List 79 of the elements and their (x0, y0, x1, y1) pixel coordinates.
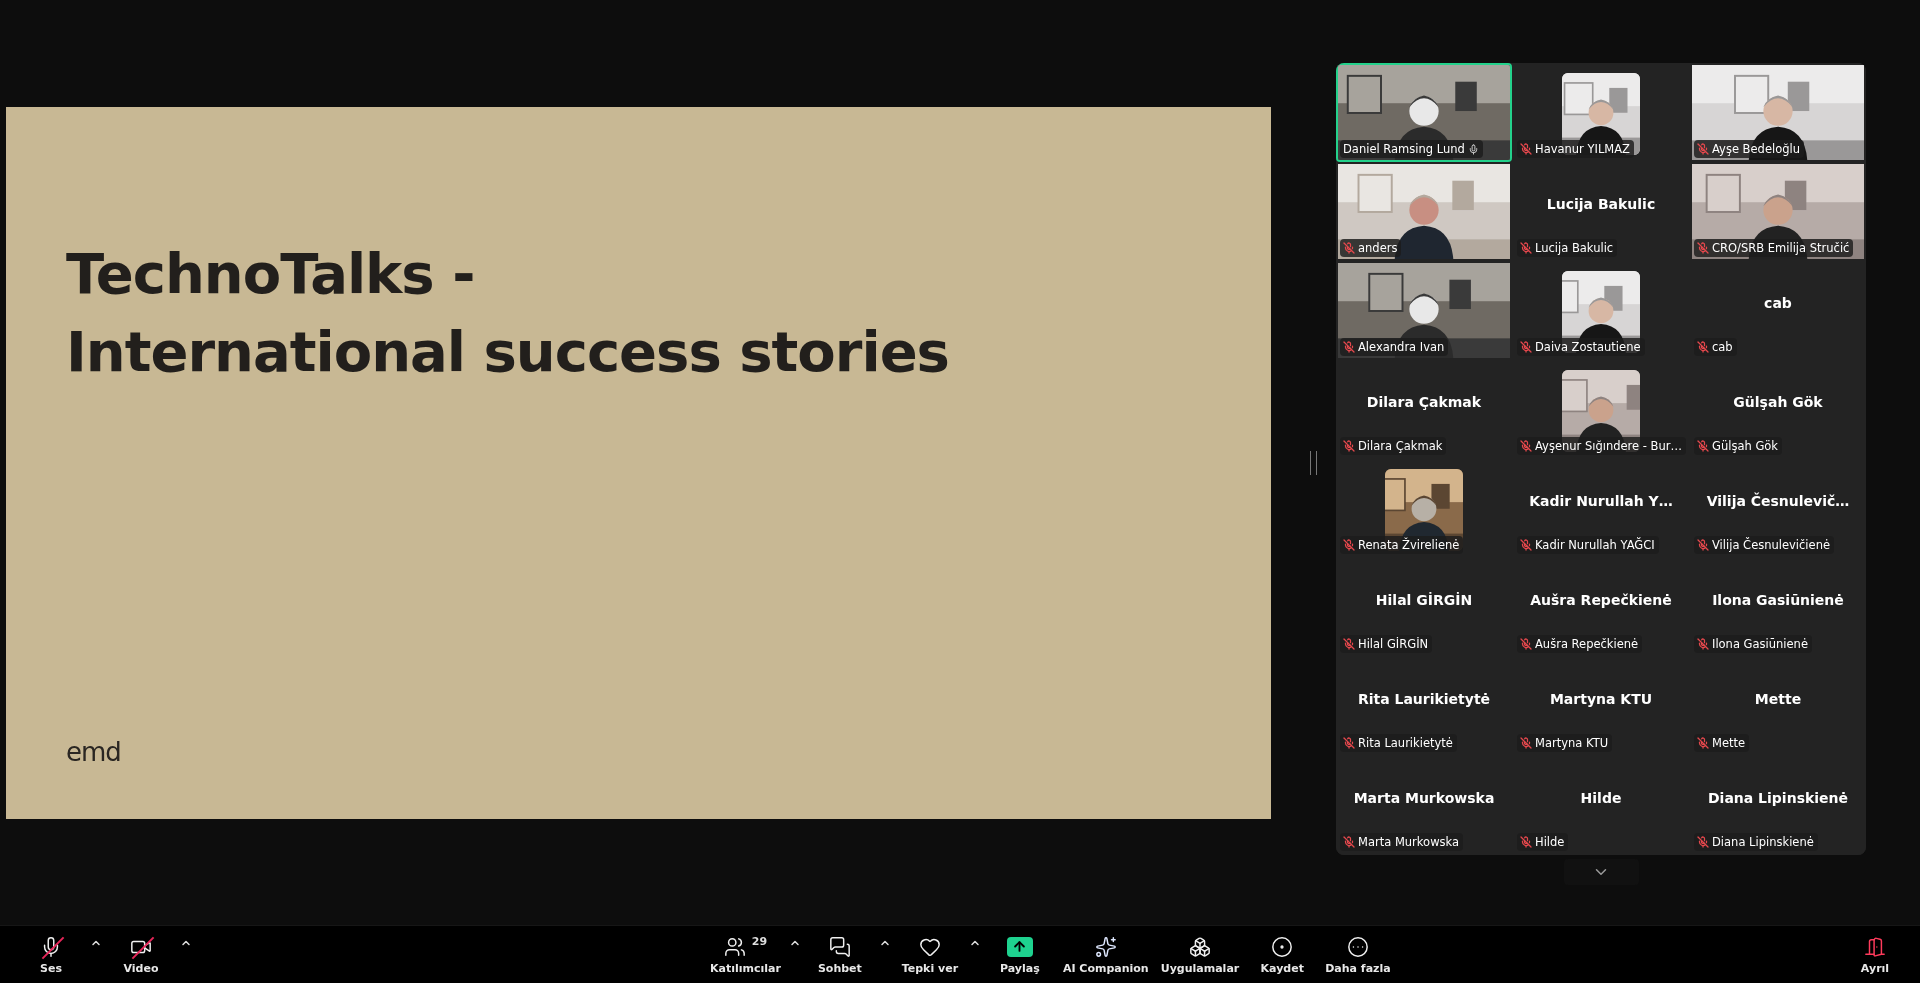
microphone-icon (1467, 143, 1479, 155)
display-name: Gülşah Gök (1732, 394, 1824, 410)
display-name: Aušra Repečkienė (1529, 592, 1673, 608)
muted-mic-icon (1343, 539, 1355, 551)
display-name: Ilona Gasiūnienė (1711, 592, 1845, 608)
display-name: Lucija Bakulic (1545, 196, 1657, 212)
muted-mic-icon (1697, 242, 1709, 254)
participant-name: Daiva Zostautiene (1535, 339, 1641, 355)
display-name: Rita Laurikietytė (1356, 691, 1492, 707)
muted-mic-icon (1697, 143, 1709, 155)
toolbar-button[interactable]: Paylaş (982, 930, 1057, 979)
participant-name: Ayşenur Sığındere - Bur… (1535, 438, 1682, 454)
slide-title: TechnoTalks - (66, 239, 475, 308)
participant-name: CRO/SRB Emilija Stručić (1712, 240, 1850, 256)
muted-mic-icon (1697, 341, 1709, 353)
participant-name: Marta Murkowska (1358, 834, 1460, 850)
muted-mic-icon (1343, 440, 1355, 452)
slide-logo: emd (66, 736, 121, 767)
display-name: Martyna KTU (1548, 691, 1654, 707)
display-name: Marta Murkowska (1352, 790, 1496, 806)
muted-mic-icon (1697, 836, 1709, 848)
participant-name: Dilara Çakmak (1358, 438, 1443, 454)
display-name: Mette (1753, 691, 1803, 707)
participant-name: Daniel Ramsing Lund (1343, 141, 1465, 157)
participant-name: Martyna KTU (1535, 735, 1609, 751)
muted-mic-icon (1343, 737, 1355, 749)
participant-name: Rita Laurikietytė (1358, 735, 1453, 751)
leave-button[interactable]: Ayrıl (1838, 930, 1912, 979)
participant-name: Lucija Bakulic (1535, 240, 1614, 256)
participant-name: Ayşe Bedeloğlu (1712, 141, 1800, 157)
participant-count: 29 (751, 934, 768, 948)
muted-mic-icon (1343, 341, 1355, 353)
display-name: Hilal GİRGİN (1374, 592, 1474, 608)
participant-name: Havanur YILMAZ (1535, 141, 1630, 157)
participant-name: Mette (1712, 735, 1746, 751)
toolbar-button[interactable]: Kaydet (1245, 930, 1320, 979)
participant-name: Diana Lipinskienė (1712, 834, 1814, 850)
muted-mic-icon (1520, 440, 1532, 452)
display-name: Dilara Çakmak (1365, 394, 1483, 410)
toolbar-button[interactable]: 29 Katılımcılar (704, 930, 787, 979)
display-name: cab (1763, 295, 1793, 311)
muted-mic-icon (1343, 242, 1355, 254)
participant-name: Alexandra Ivan (1358, 339, 1445, 355)
muted-mic-icon (1697, 638, 1709, 650)
participant-name: Kadir Nurullah YAĞCI (1535, 537, 1655, 553)
muted-mic-icon (1520, 836, 1532, 848)
display-name: Hilde (1579, 790, 1623, 806)
muted-mic-icon (1343, 836, 1355, 848)
resize-handle[interactable] (1309, 450, 1317, 475)
muted-mic-icon (1343, 638, 1355, 650)
display-name: Diana Lipinskienė (1706, 790, 1850, 806)
muted-mic-icon (1520, 737, 1532, 749)
muted-mic-icon (1520, 242, 1532, 254)
participant-name: Gülşah Gök (1712, 438, 1778, 454)
display-name: Kadir Nurullah Y… (1528, 493, 1674, 509)
muted-mic-icon (1697, 737, 1709, 749)
muted-mic-icon (1520, 638, 1532, 650)
muted-mic-icon (1520, 539, 1532, 551)
participant-name: Aušra Repečkienė (1535, 636, 1639, 652)
participant-name: anders (1358, 240, 1398, 256)
participant-name: Renata Žvirelienė (1358, 537, 1460, 553)
participant-name: Hilde (1535, 834, 1565, 850)
participant-name: Hilal GİRGİN (1358, 636, 1429, 652)
toolbar-button[interactable]: AI Companion (1056, 930, 1155, 979)
muted-mic-icon (1697, 440, 1709, 452)
muted-mic-icon (1697, 539, 1709, 551)
toolbar-button[interactable]: Ses (14, 930, 88, 979)
display-name: Vilija Česnulevič… (1705, 493, 1851, 509)
toolbar-button[interactable]: Uygulamalar (1154, 930, 1246, 979)
participant-name: Ilona Gasiūnienė (1712, 636, 1808, 652)
slide-title: International success stories (66, 317, 949, 386)
toolbar-button[interactable]: Sohbet (802, 930, 877, 979)
toolbar-button[interactable]: Video (104, 930, 178, 979)
participant-name: Vilija Česnulevičienė (1712, 537, 1830, 553)
toolbar-button[interactable]: Daha fazla (1319, 930, 1397, 979)
muted-mic-icon (1520, 341, 1532, 353)
participant-name: cab (1712, 339, 1733, 355)
toolbar-button[interactable]: Tepki ver (892, 930, 967, 979)
muted-mic-icon (1520, 143, 1532, 155)
